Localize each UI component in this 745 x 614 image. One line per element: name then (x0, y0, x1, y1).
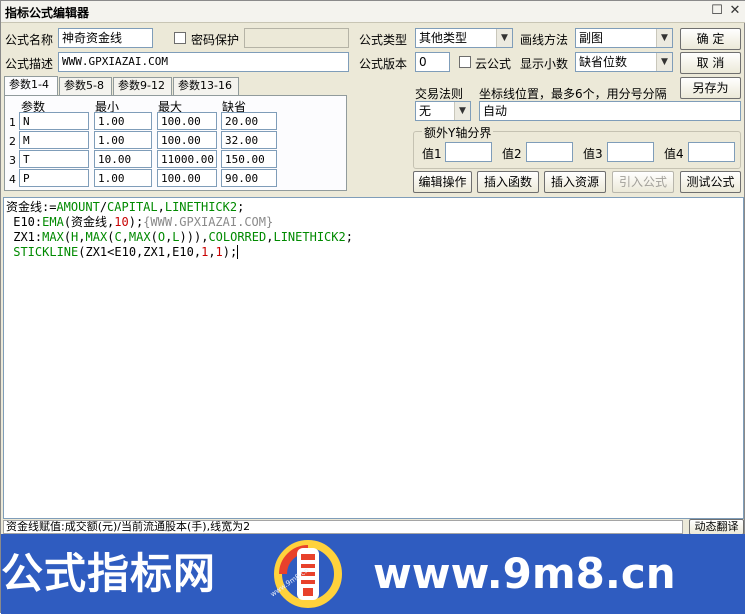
param-max-input[interactable]: 100.00 (157, 112, 217, 130)
yaxis-v2-input[interactable] (526, 142, 573, 162)
watermark-banner: 公式指标网 www.9m8.cn www.9m8.cn (1, 534, 745, 614)
extra-yaxis-group: 额外Y轴分界 值1 值2 值3 值4 (413, 124, 741, 169)
param-table: 参数 最小 最大 缺省 1 N 1.00 100.00 20.00 2 M 1.… (4, 95, 347, 191)
extra-yaxis-title: 额外Y轴分界 (422, 124, 494, 141)
coord-line-label: 坐标线位置，最多6个，用分号分隔 (479, 87, 667, 101)
yaxis-v1-input[interactable] (445, 142, 492, 162)
param-default-input[interactable]: 90.00 (221, 169, 277, 187)
tab-params-5-8[interactable]: 参数5-8 (59, 77, 112, 95)
chevron-down-icon: ▼ (656, 29, 672, 47)
param-min-input[interactable]: 1.00 (94, 131, 152, 149)
cloud-formula-checkbox[interactable] (459, 56, 471, 68)
param-default-input[interactable]: 150.00 (221, 150, 277, 168)
window-title: 指标公式编辑器 (5, 6, 90, 20)
yaxis-v4-input[interactable] (688, 142, 735, 162)
yaxis-v3-label: 值3 (583, 147, 603, 161)
formula-type-value: 其他类型 (419, 31, 468, 45)
code-editor[interactable]: 资金线:=AMOUNT/CAPITAL,LINETHICK2; E10:EMA(… (3, 197, 744, 519)
decimal-value: 缺省位数 (579, 55, 628, 69)
param-min-input[interactable]: 1.00 (94, 169, 152, 187)
yaxis-v1-label: 值1 (422, 147, 442, 161)
tab-params-1-4[interactable]: 参数1-4 (4, 76, 58, 96)
edit-ops-button[interactable]: 编辑操作 (413, 171, 472, 193)
formula-type-select[interactable]: 其他类型 ▼ (415, 28, 513, 48)
cancel-button[interactable]: 取 消 (680, 52, 741, 74)
draw-method-select[interactable]: 副图 ▼ (575, 28, 673, 48)
dynamic-translate-button[interactable]: 动态翻译 (689, 519, 744, 535)
param-name-input[interactable]: P (19, 169, 89, 187)
status-bar: 资金线赋值:成交额(元)/当前流通股本(手),线宽为2 (3, 520, 683, 534)
password-input[interactable] (244, 28, 349, 48)
formula-desc-label: 公式描述 (5, 57, 54, 71)
param-name-input[interactable]: M (19, 131, 89, 149)
tab-params-9-12[interactable]: 参数9-12 (113, 77, 172, 95)
param-row-index: 1 (9, 116, 16, 129)
password-checkbox[interactable] (174, 32, 186, 44)
test-formula-button[interactable]: 测试公式 (680, 171, 741, 193)
coord-line-input[interactable]: 自动 (479, 101, 741, 121)
formula-editor-window: 指标公式编辑器 ☐ ✕ 公式名称 神奇资金线 密码保护 公式类型 其他类型 ▼ … (0, 0, 745, 614)
yaxis-v2-label: 值2 (502, 147, 522, 161)
import-formula-button[interactable]: 引入公式 (612, 171, 674, 193)
draw-method-label: 画线方法 (520, 33, 569, 47)
maximize-icon[interactable]: ☐ (709, 4, 725, 20)
decimal-label: 显示小数 (520, 57, 569, 71)
param-min-input[interactable]: 1.00 (94, 112, 152, 130)
param-min-input[interactable]: 10.00 (94, 150, 152, 168)
save-as-button[interactable]: 另存为 (680, 77, 741, 99)
param-name-input[interactable]: T (19, 150, 89, 168)
yaxis-v4-label: 值4 (664, 147, 684, 161)
decimal-select[interactable]: 缺省位数 ▼ (575, 52, 673, 72)
cloud-formula-label: 云公式 (475, 57, 512, 71)
code-text: 资金线:=AMOUNT/CAPITAL,LINETHICK2; E10:EMA(… (6, 200, 353, 259)
trade-rule-label: 交易法则 (415, 87, 464, 101)
param-default-input[interactable]: 20.00 (221, 112, 277, 130)
param-max-input[interactable]: 11000.00 (157, 150, 217, 168)
param-row-index: 3 (9, 154, 16, 167)
banner-site-name: 公式指标网 (1, 549, 217, 598)
draw-method-value: 副图 (579, 31, 604, 45)
chevron-down-icon: ▼ (496, 29, 512, 47)
formula-name-input[interactable]: 神奇资金线 (58, 28, 153, 48)
param-row-index: 4 (9, 173, 16, 186)
formula-desc-input[interactable]: WWW.GPXIAZAI.COM (58, 52, 349, 72)
trade-rule-select[interactable]: 无 ▼ (415, 101, 471, 121)
title-bar: 指标公式编辑器 ☐ ✕ (1, 1, 745, 23)
close-icon[interactable]: ✕ (727, 4, 743, 20)
formula-version-input[interactable]: 0 (415, 52, 450, 72)
insert-function-button[interactable]: 插入函数 (477, 171, 539, 193)
insert-resource-button[interactable]: 插入资源 (544, 171, 606, 193)
formula-name-label: 公式名称 (5, 33, 54, 47)
param-row-index: 2 (9, 135, 16, 148)
yaxis-v3-input[interactable] (607, 142, 654, 162)
tab-params-13-16[interactable]: 参数13-16 (173, 77, 239, 95)
formula-version-label: 公式版本 (359, 57, 408, 71)
banner-url: www.9m8.cn (373, 549, 676, 598)
param-default-input[interactable]: 32.00 (221, 131, 277, 149)
formula-type-label: 公式类型 (359, 33, 408, 47)
param-max-input[interactable]: 100.00 (157, 169, 217, 187)
ok-button[interactable]: 确 定 (680, 28, 741, 50)
param-name-input[interactable]: N (19, 112, 89, 130)
chevron-down-icon: ▼ (656, 53, 672, 71)
trade-rule-value: 无 (419, 104, 432, 118)
chevron-down-icon: ▼ (454, 102, 470, 120)
password-label: 密码保护 (191, 33, 240, 47)
param-max-input[interactable]: 100.00 (157, 131, 217, 149)
